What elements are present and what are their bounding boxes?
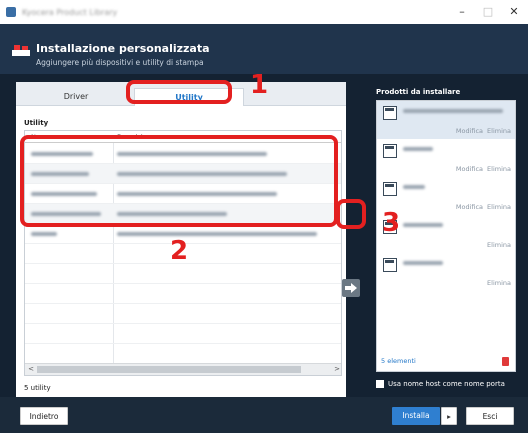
page-subtitle: Aggiungere più dispositivi e utility di … <box>36 58 204 67</box>
modify-link[interactable]: Modifica <box>456 127 483 135</box>
back-button[interactable]: Indietro <box>20 407 68 425</box>
arrow-right-icon <box>345 283 357 293</box>
empty-row <box>25 284 341 304</box>
scroll-right-icon[interactable]: > <box>332 365 341 373</box>
minimize-button[interactable]: – <box>450 4 474 20</box>
remove-link[interactable]: Elimina <box>487 127 511 135</box>
callout-2: 2 <box>170 236 189 266</box>
product-item[interactable]: Modifica Elimina <box>377 101 515 139</box>
product-name <box>403 261 443 265</box>
scrollbar-thumb[interactable] <box>37 366 301 373</box>
install-options-button[interactable]: ▸ <box>441 407 457 425</box>
utility-icon <box>383 144 397 158</box>
utility-icon <box>383 258 397 272</box>
row-name <box>31 232 57 236</box>
callout-1: 1 <box>250 70 269 100</box>
scroll-left-icon[interactable]: < <box>26 365 36 373</box>
exit-button[interactable]: Esci <box>466 407 514 425</box>
main-body: Driver Utility Utility Nome Descrizione <box>0 74 528 397</box>
modify-link[interactable]: Modifica <box>456 203 483 211</box>
remove-link[interactable]: Elimina <box>487 279 511 287</box>
tab-driver[interactable]: Driver <box>26 88 126 106</box>
horizontal-scrollbar[interactable]: < > <box>25 363 341 375</box>
empty-row <box>25 304 341 324</box>
close-button[interactable]: ✕ <box>502 4 526 20</box>
highlight-utility-tab <box>126 80 232 104</box>
hostname-checkbox-label: Usa nome host come nome porta <box>388 380 505 388</box>
modify-link[interactable]: Modifica <box>456 165 483 173</box>
callout-3: 3 <box>382 208 401 238</box>
empty-row <box>25 344 341 364</box>
empty-row <box>25 264 341 284</box>
footer-bar: Indietro Installa ▸ Esci <box>0 397 528 433</box>
install-button[interactable]: Installa <box>392 407 440 425</box>
printer-icon <box>383 106 397 120</box>
product-name <box>403 109 503 113</box>
installer-window: Kyocera Product Library – □ ✕ Installazi… <box>0 0 528 433</box>
product-name <box>403 223 443 227</box>
page-header: Installazione personalizzata Aggiungere … <box>0 24 528 74</box>
utility-icon <box>383 182 397 196</box>
products-count: 5 elementi <box>381 357 416 365</box>
products-title: Prodotti da installare <box>376 88 461 96</box>
empty-row <box>25 324 341 344</box>
highlight-utility-list <box>20 135 338 227</box>
remove-link[interactable]: Elimina <box>487 203 511 211</box>
window-title: Kyocera Product Library <box>22 7 118 17</box>
maximize-button[interactable]: □ <box>476 4 500 20</box>
remove-link[interactable]: Elimina <box>487 165 511 173</box>
app-icon <box>6 7 16 17</box>
add-to-install-button[interactable] <box>342 279 360 297</box>
install-icon <box>12 45 30 56</box>
remove-link[interactable]: Elimina <box>487 241 511 249</box>
product-name <box>403 185 425 189</box>
highlight-add-button <box>336 199 366 229</box>
product-item[interactable]: Elimina <box>377 253 515 291</box>
trash-icon[interactable] <box>502 357 509 366</box>
utility-section-label: Utility <box>24 119 49 127</box>
hostname-checkbox[interactable]: Usa nome host come nome porta <box>376 380 505 388</box>
product-name <box>403 147 433 151</box>
utility-count: 5 utility <box>24 384 51 392</box>
product-item[interactable]: Modifica Elimina <box>377 139 515 177</box>
title-bar: Kyocera Product Library – □ ✕ <box>0 0 528 24</box>
page-title: Installazione personalizzata <box>36 42 210 55</box>
row-description <box>117 232 317 236</box>
checkbox-box[interactable] <box>376 380 384 388</box>
